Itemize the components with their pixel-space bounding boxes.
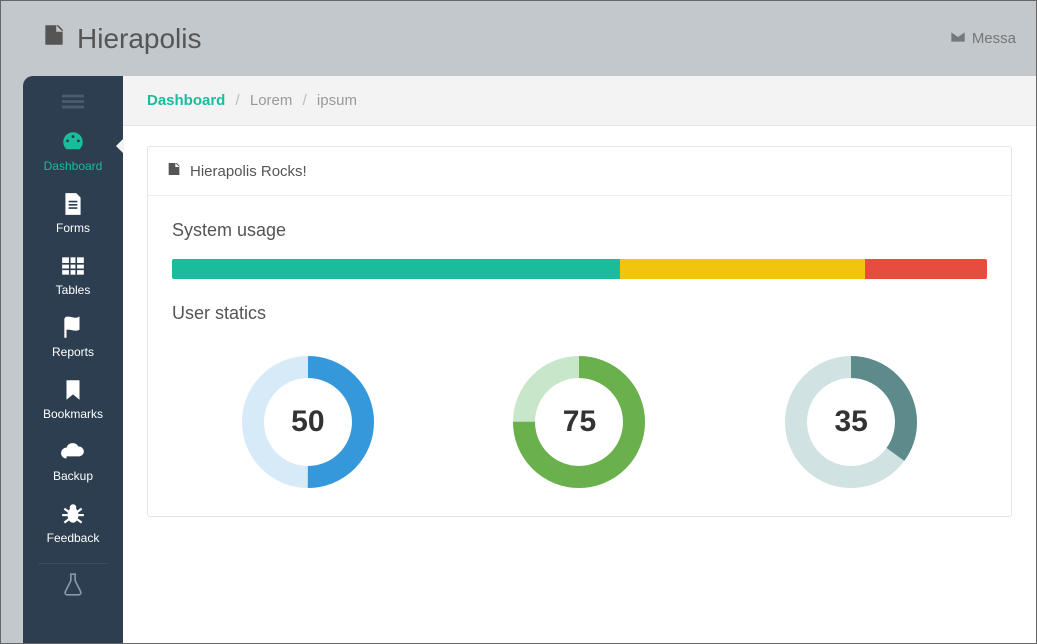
sidebar-item-label: Bookmarks xyxy=(23,407,123,421)
breadcrumb-item[interactable]: ipsum xyxy=(317,92,357,109)
progress-segment xyxy=(865,259,987,279)
sidebar-item-reports[interactable]: Reports xyxy=(23,307,123,369)
donut-value: 75 xyxy=(509,352,649,492)
sidebar-item-label: Dashboard xyxy=(23,159,123,173)
cloud-icon xyxy=(23,439,123,465)
user-statics-row: 50 75 35 xyxy=(172,352,987,492)
breadcrumb-separator: / xyxy=(303,92,307,109)
bookmark-icon xyxy=(23,377,123,403)
sidebar-item-label: Feedback xyxy=(23,531,123,545)
envelope-icon xyxy=(950,29,966,49)
sidebar: Dashboard Forms Tables Reports xyxy=(23,76,123,643)
user-statics-title: User statics xyxy=(172,303,987,324)
progress-segment xyxy=(620,259,865,279)
donut-chart: 35 xyxy=(781,352,921,492)
main-panel: Hierapolis Rocks! System usage User stat… xyxy=(147,146,1012,517)
brand-label: Hierapolis xyxy=(77,23,202,55)
breadcrumb-item[interactable]: Lorem xyxy=(250,92,293,109)
topbar: Hierapolis Messa xyxy=(1,1,1036,76)
panel-header: Hierapolis Rocks! xyxy=(148,147,1011,196)
messages-label: Messa xyxy=(972,30,1016,47)
sidebar-item-backup[interactable]: Backup xyxy=(23,431,123,493)
donut-value: 50 xyxy=(238,352,378,492)
sidebar-item-label: Tables xyxy=(23,283,123,297)
donut-chart: 75 xyxy=(509,352,649,492)
panel-title: Hierapolis Rocks! xyxy=(190,163,307,180)
dashboard-icon xyxy=(23,129,123,155)
donut-value: 35 xyxy=(781,352,921,492)
messages-link[interactable]: Messa xyxy=(950,29,1016,49)
donut-chart: 50 xyxy=(238,352,378,492)
system-usage-progress xyxy=(172,259,987,279)
brand[interactable]: Hierapolis xyxy=(41,22,202,55)
sidebar-separator xyxy=(38,563,108,564)
brand-icon xyxy=(41,22,67,55)
flask-icon[interactable] xyxy=(23,572,123,598)
panel-icon xyxy=(166,161,182,181)
sidebar-item-feedback[interactable]: Feedback xyxy=(23,493,123,555)
hamburger-toggle[interactable] xyxy=(23,84,123,121)
sidebar-item-forms[interactable]: Forms xyxy=(23,183,123,245)
flag-icon xyxy=(23,315,123,341)
breadcrumb-separator: / xyxy=(236,92,240,109)
system-usage-title: System usage xyxy=(172,220,987,241)
progress-segment xyxy=(172,259,620,279)
breadcrumb-active[interactable]: Dashboard xyxy=(147,92,225,109)
sidebar-item-label: Reports xyxy=(23,345,123,359)
sidebar-item-tables[interactable]: Tables xyxy=(23,245,123,307)
table-icon xyxy=(23,253,123,279)
content-area: Dashboard / Lorem / ipsum Hierapolis Roc… xyxy=(123,76,1036,643)
sidebar-item-label: Backup xyxy=(23,469,123,483)
bug-icon xyxy=(23,501,123,527)
breadcrumb: Dashboard / Lorem / ipsum xyxy=(123,76,1036,126)
sidebar-item-label: Forms xyxy=(23,221,123,235)
file-icon xyxy=(23,191,123,217)
sidebar-item-bookmarks[interactable]: Bookmarks xyxy=(23,369,123,431)
sidebar-item-dashboard[interactable]: Dashboard xyxy=(23,121,123,183)
